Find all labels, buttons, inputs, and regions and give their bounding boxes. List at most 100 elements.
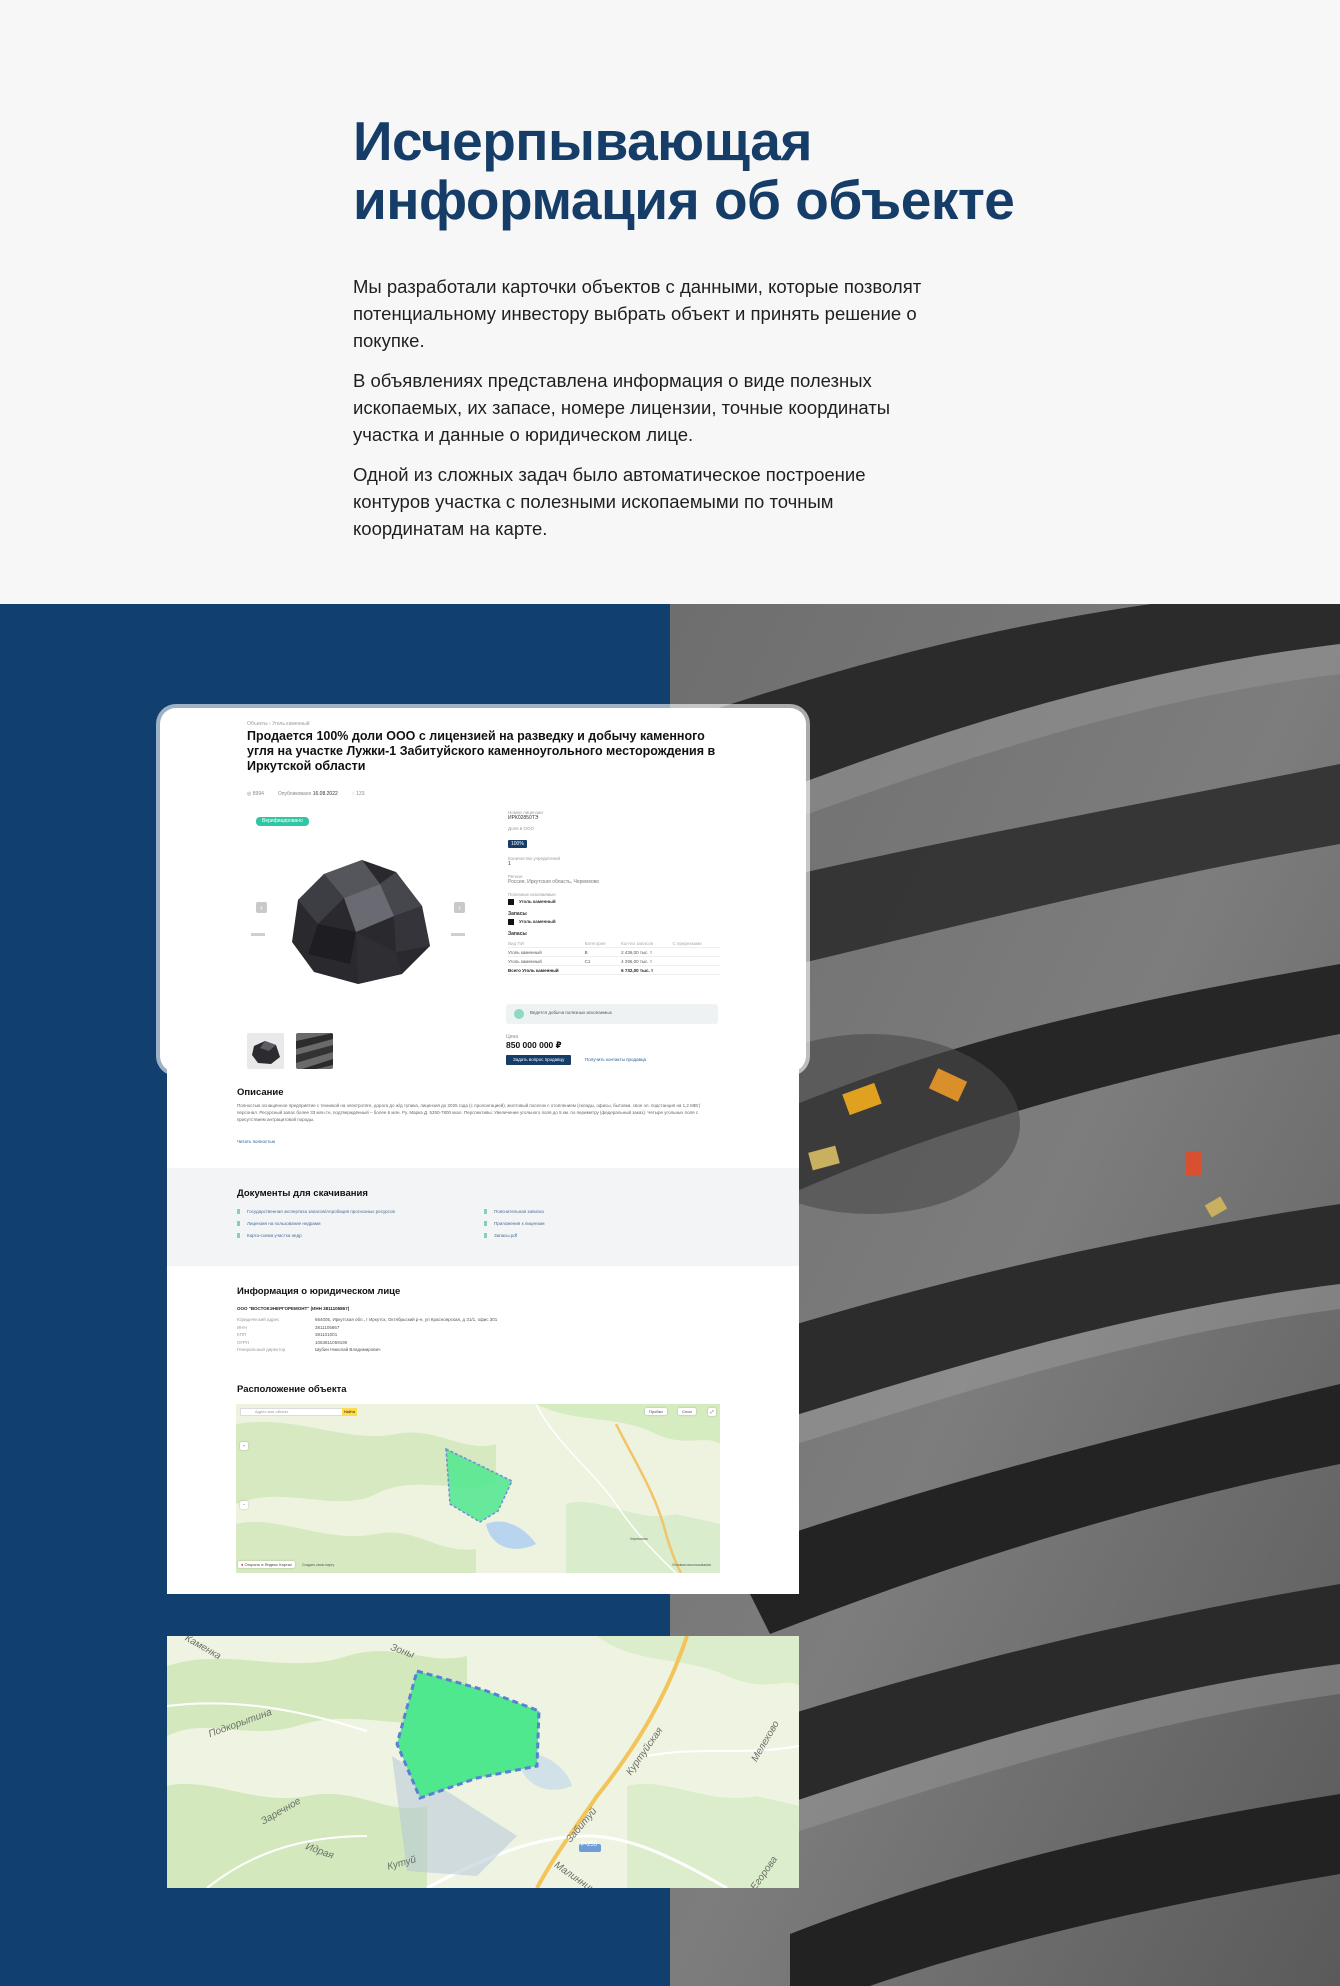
object-id-value: 133 <box>356 791 365 797</box>
document-link[interactable]: Запасы.pdf <box>484 1233 517 1238</box>
views-count: ◎ 8994 <box>247 791 264 797</box>
company-name: ООО "ВОСТОКЭНЕРГОРЕМОНТ" (ИНН 3811105867… <box>237 1306 350 1311</box>
description-title: Описание <box>237 1087 284 1098</box>
map-zoom-out-icon[interactable]: − <box>240 1501 248 1509</box>
section-title: Исчерпывающая информация об объекте <box>353 112 1053 230</box>
table-header: С прирезками <box>672 939 720 948</box>
legal-key: ОГРН <box>237 1339 250 1345</box>
reserves-item: Уголь каменный <box>508 919 728 925</box>
reserves-table: Вид ПИ Категория Кол-во запасов С прирез… <box>508 939 720 975</box>
map-zoom-in-icon[interactable]: + <box>240 1442 248 1450</box>
map-search-button[interactable]: Найти <box>342 1408 357 1416</box>
section-title-line-1: Исчерпывающая <box>353 110 812 172</box>
document-link[interactable]: Лицензия на пользование недрами <box>237 1221 321 1226</box>
legal-key: Генеральный директор <box>237 1347 286 1352</box>
reserves-table-title: Запасы <box>508 931 527 937</box>
zoomed-contour-map: Каменка Зоны Подкорытина Мелехово Куртуй… <box>167 1636 799 1888</box>
get-contacts-link[interactable]: Получить контакты продавца <box>585 1055 646 1065</box>
views-value: 8994 <box>252 791 264 797</box>
table-cell <box>584 965 622 975</box>
legal-row: Юридический адрес 664005, Иркутская обл.,… <box>237 1317 717 1322</box>
published-label: Опубликовано <box>277 791 312 797</box>
object-location-map[interactable]: Адрес или объект Найти Пробки Слои ⤢ + −… <box>236 1404 720 1573</box>
object-card: Объекты › Уголь каменный Продается 100% … <box>167 714 799 1594</box>
legal-value: Шубин Николай Владимирович <box>315 1347 381 1352</box>
published-date: Опубликовано 16.08.2022 <box>278 791 338 797</box>
table-header: Категория <box>584 939 622 948</box>
legal-value: 3811105867 <box>315 1324 340 1330</box>
legal-row: Генеральный директор Шубин Николай Владим… <box>237 1347 717 1352</box>
road-badge: Р-255 <box>581 1842 598 1848</box>
map-terms-link[interactable]: Условия использования <box>672 1563 711 1567</box>
map-layers-button[interactable]: Слои <box>678 1408 696 1415</box>
table-cell <box>672 947 720 957</box>
founders-count: 1 <box>508 861 511 867</box>
table-header: Вид ПИ <box>508 939 585 948</box>
documents-title: Документы для скачивания <box>237 1188 368 1199</box>
document-link[interactable]: Приложения к лицензии <box>484 1221 545 1226</box>
table-total-row: Всего Уголь каменный 6 732,00 тыс. т <box>508 965 720 975</box>
location-title: Расположение объекта <box>237 1384 347 1395</box>
create-map-link[interactable]: Создать свою карту <box>302 1563 334 1567</box>
reserves-mineral-name: Уголь каменный <box>519 919 556 925</box>
status-icon <box>514 1009 524 1019</box>
documents-section: Документы для скачивания Государственная… <box>167 1168 799 1266</box>
minerals-label: Полезные ископаемые <box>508 892 556 897</box>
section-title-line-2: информация об объекте <box>353 169 1015 231</box>
coal-color-swatch <box>508 899 514 905</box>
document-link[interactable]: Карта-схема участка недр <box>237 1233 302 1238</box>
gallery-next-button[interactable]: › <box>454 902 465 913</box>
gallery-thumbnail-2[interactable] <box>296 1033 333 1069</box>
table-row: Уголь каменный C1 4 296,00 тыс. т <box>508 956 720 966</box>
open-in-maps-text: Открыть в Яндекс Картах <box>244 1562 292 1567</box>
share-badge: 100% <box>508 840 527 848</box>
table-cell: Уголь каменный <box>508 947 585 957</box>
table-cell: C1 <box>584 956 622 966</box>
table-cell: 6 732,00 тыс. т <box>621 965 673 975</box>
gallery-thumbnail-1[interactable] <box>247 1033 284 1069</box>
intro-paragraph-3: Одной из сложных задач было автоматическ… <box>353 464 866 539</box>
map-town-label: Черемхово <box>630 1537 649 1541</box>
object-title: Продается 100% доли ООО с лицензией на р… <box>247 729 716 773</box>
intro-paragraph-2: В объявлениях представлена информация о … <box>353 370 891 445</box>
map-pin-icon: ● <box>241 1562 244 1567</box>
share-label: Доля в ООО <box>508 826 534 831</box>
legal-row: ОГРН 1063811059190 <box>237 1340 717 1345</box>
gallery-prev-button[interactable]: ‹ <box>256 902 267 913</box>
legal-info-list: Юридический адрес 664005, Иркутская обл.,… <box>237 1317 717 1352</box>
intro-section: Исчерпывающая информация об объекте Мы р… <box>0 0 1340 604</box>
legal-value: 664005, Иркутская обл., г Иркутск, Октяб… <box>315 1317 498 1322</box>
truck-4 <box>1186 1151 1202 1175</box>
legal-row: КПП 381101001 <box>237 1332 717 1337</box>
table-cell <box>672 965 720 975</box>
verified-badge: Верифицировано <box>256 817 309 826</box>
map-search-input[interactable]: Адрес или объект <box>240 1408 352 1416</box>
gallery-dash-right <box>451 933 465 936</box>
legal-info-title: Информация о юридическом лице <box>237 1286 401 1297</box>
legal-key: ИНН <box>237 1324 247 1330</box>
table-row: Уголь каменный B 2 436,00 тыс. т <box>508 947 720 957</box>
region-value: Россия, Иркутская область, Черемхово <box>508 879 600 885</box>
read-more-link[interactable]: Читать полностью <box>237 1139 275 1144</box>
document-link[interactable]: Государственная экспертиза запасов/Апроб… <box>237 1209 395 1214</box>
mineral-item: Уголь каменный <box>508 899 728 905</box>
table-cell: Всего Уголь каменный <box>508 965 585 975</box>
table-header: Кол-во запасов <box>621 939 673 948</box>
reserves-label: Запасы <box>508 911 527 917</box>
map-traffic-button[interactable]: Пробки <box>645 1408 667 1415</box>
breadcrumb[interactable]: Объекты › Уголь каменный <box>247 721 310 727</box>
document-link[interactable]: Пояснительная записка <box>484 1209 544 1214</box>
open-in-yandex-maps-link[interactable]: ● Открыть в Яндекс Картах <box>238 1561 295 1568</box>
legal-value: 381101001 <box>315 1332 338 1337</box>
mining-status-notice: Ведется добыча полезных ископаемых <box>506 1004 718 1024</box>
ask-seller-button[interactable]: Задать вопрос продавцу <box>506 1055 572 1065</box>
mineral-name: Уголь каменный <box>519 899 556 905</box>
table-cell: 4 296,00 тыс. т <box>621 956 673 966</box>
legal-key: Юридический адрес <box>237 1317 280 1322</box>
legal-value: 1063811059190 <box>315 1339 348 1345</box>
table-cell <box>672 956 720 966</box>
map-fullscreen-icon[interactable]: ⤢ <box>708 1408 716 1416</box>
coal-lump-image <box>284 854 434 986</box>
object-meta: ◎ 8994 Опубликовано 16.08.2022 ◌ 133 <box>247 791 364 797</box>
coal-color-swatch-2 <box>508 919 514 925</box>
